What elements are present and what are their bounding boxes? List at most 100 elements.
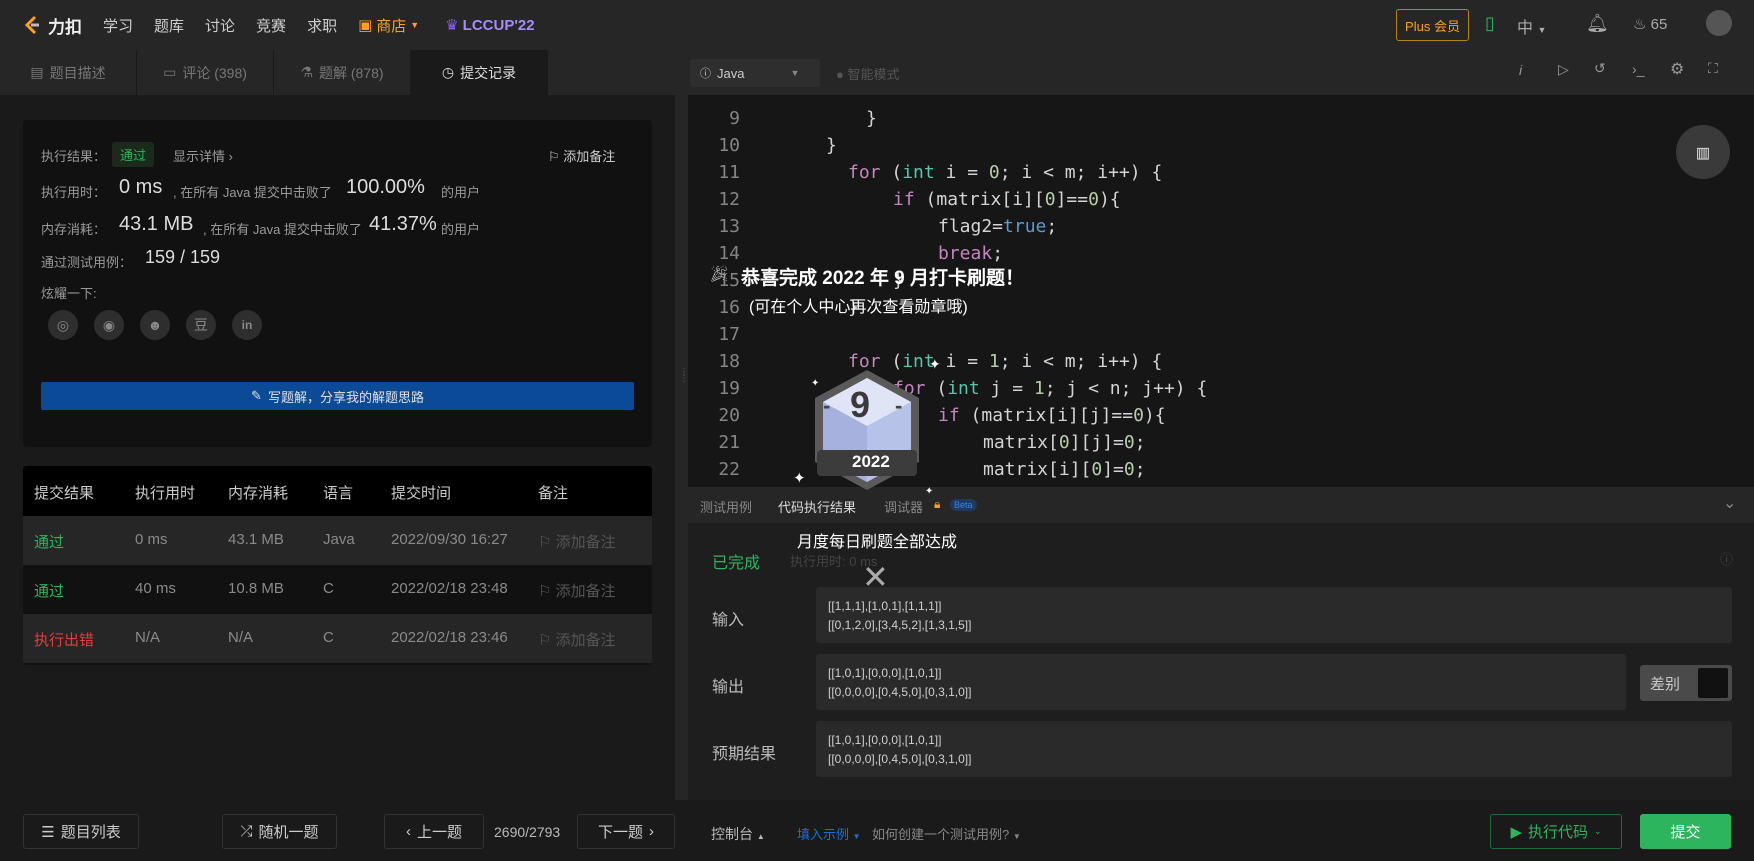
input-label: 输入 — [712, 612, 745, 629]
document-icon: ▤ — [30, 64, 44, 80]
console-label: 控制台 — [711, 826, 753, 842]
badge-year: 2022 — [852, 452, 890, 471]
row-language: Java — [323, 531, 355, 548]
wechat-icon[interactable]: ◎ — [48, 310, 78, 340]
memory-percent: 41.37% — [369, 213, 437, 235]
memory-text: , 在所有 Java 提交中击败了 — [203, 222, 362, 237]
chevron-right-icon: › — [649, 823, 654, 840]
plus-member-button[interactable]: Plus 会员 — [1396, 9, 1469, 41]
show-details-link[interactable]: 显示详情 › — [173, 146, 233, 165]
nav-shop[interactable]: ▣ 商店 ▼ — [358, 15, 419, 36]
badge-number: 9 — [850, 384, 871, 425]
language-select[interactable]: ⓘ Java ▼ — [690, 59, 820, 87]
tab-solutions[interactable]: ⚗ 题解 (878) — [274, 50, 411, 95]
info-icon: ⓘ — [1720, 552, 1734, 567]
achievement-subtitle: (可在个人中心再次查看勋章哦) — [749, 299, 968, 316]
nav-link-discuss[interactable]: 讨论 — [205, 15, 235, 36]
output-line: [[1,0,1],[0,0,0],[1,0,1]] — [828, 666, 942, 680]
shop-label: 商店 — [376, 17, 407, 35]
code-line: for (int i = 0; i < m; i++) { — [848, 162, 1163, 183]
reset-icon[interactable]: ↺ — [1594, 60, 1606, 77]
tab-label: 提交记录 — [460, 64, 517, 81]
brand-logo[interactable]: 力扣 — [22, 13, 82, 38]
flag-icon: ⚐ — [538, 583, 552, 600]
input-line: [[1,1,1],[1,0,1],[1,1,1]] — [828, 599, 942, 613]
table-row[interactable]: 通过 40 ms 10.8 MB C 2022/02/18 23:48 ⚐ 添加… — [23, 565, 652, 614]
row-add-note[interactable]: ⚐ 添加备注 — [538, 629, 616, 650]
share-label: 炫耀一下: — [41, 286, 97, 301]
tab-submissions[interactable]: ◷ 提交记录 — [411, 50, 548, 95]
random-problem-button[interactable]: ⤮ 随机一题 — [222, 814, 337, 849]
row-add-note[interactable]: ⚐ 添加备注 — [538, 531, 616, 552]
gear-icon[interactable]: ⚙ — [1670, 59, 1684, 79]
shop-icon: ▣ — [358, 17, 373, 34]
smart-mode-toggle[interactable]: ● 智能模式 — [836, 64, 900, 83]
next-problem-button[interactable]: 下一题 › — [577, 814, 675, 849]
chevron-down-icon: ▼ — [852, 832, 861, 841]
submit-button[interactable]: 提交 — [1640, 814, 1731, 849]
chevron-down-icon: ⌄ — [1594, 826, 1602, 836]
nav-link-problems[interactable]: 题库 — [154, 15, 184, 36]
terminal-icon[interactable]: ›_ — [1632, 61, 1644, 77]
time-value: 0 ms — [119, 176, 163, 198]
points-display[interactable]: ♨ 65 — [1633, 15, 1667, 33]
input-line: [[0,1,2,0],[3,4,5,2],[1,3,1,5]] — [828, 618, 972, 632]
run-label: 执行代码 — [1527, 824, 1588, 841]
cases-label: 通过测试用例： — [41, 255, 133, 270]
line-number: 13 — [718, 216, 740, 237]
nav-lccup[interactable]: ♛ LCCUP'22 — [445, 16, 534, 35]
row-status[interactable]: 通过 — [34, 580, 64, 601]
comment-icon: ▭ — [163, 64, 177, 80]
how-to-create-link[interactable]: 如何创建一个测试用例? ▼ — [872, 824, 1021, 843]
row-status[interactable]: 通过 — [34, 531, 64, 552]
add-note-button[interactable]: ⚐ 添加备注 — [548, 146, 615, 165]
language-switch[interactable]: 中 ▼ — [1517, 14, 1546, 38]
avatar[interactable] — [1706, 10, 1732, 36]
linkedin-icon[interactable]: in — [232, 310, 262, 340]
prev-label: 上一题 — [416, 824, 462, 841]
table-row[interactable]: 通过 0 ms 43.1 MB Java 2022/09/30 16:27 ⚐ … — [23, 516, 652, 565]
info-icon[interactable]: i — [1519, 62, 1522, 78]
qq-icon[interactable]: ☻ — [140, 310, 170, 340]
party-popper-icon: 🎉︎ — [709, 266, 730, 283]
cases-value: 159 / 159 — [145, 247, 221, 267]
output-line: [[0,0,0,0],[0,4,5,0],[0,3,1,0]] — [828, 685, 972, 699]
console-toggle[interactable]: 控制台 ▲ — [711, 824, 765, 844]
row-date: 2022/02/18 23:46 — [391, 629, 508, 646]
bell-icon[interactable]: 🔔︎ — [1586, 13, 1609, 34]
expected-box: [[1,0,1],[0,0,0],[1,0,1]] [[0,0,0,0],[0,… — [816, 721, 1732, 777]
nav-link-contest[interactable]: 竞赛 — [256, 15, 286, 36]
code-line: flag2=true; — [938, 216, 1058, 237]
fullscreen-icon[interactable]: ⛶ — [1708, 60, 1718, 77]
pencil-icon: ✎ — [251, 388, 262, 403]
fill-example-button[interactable]: 填入示例 ▼ — [797, 824, 861, 843]
info-icon: ⓘ — [700, 68, 711, 80]
mobile-icon[interactable]: ▯ — [1485, 13, 1495, 34]
run-code-button[interactable]: ▶ 执行代码 ⌄ — [1490, 814, 1622, 849]
problem-list-button[interactable]: ☰ 题目列表 — [23, 814, 139, 849]
tab-description[interactable]: ▤ 题目描述 — [0, 50, 137, 95]
nav-link-learn[interactable]: 学习 — [103, 15, 133, 36]
douban-icon[interactable]: 豆 — [186, 310, 216, 340]
close-icon[interactable]: ✕ — [862, 561, 889, 593]
expected-label: 预期结果 — [712, 746, 777, 763]
chevron-down-icon[interactable]: ⌄ — [1723, 493, 1736, 513]
table-row[interactable]: 执行出错 N/A N/A C 2022/02/18 23:46 ⚐ 添加备注 — [23, 614, 652, 663]
row-time: N/A — [135, 629, 161, 646]
write-solution-button[interactable]: ✎ 写题解，分享我的解题思路 — [41, 382, 634, 410]
left-tab-bar: ▤ 题目描述 ▭ 评论 (398) ⚗ 题解 (878) ◷ 提交记录 — [0, 50, 675, 95]
play-icon: ▶ — [1510, 823, 1522, 841]
play-icon[interactable]: ▷ — [1558, 61, 1569, 78]
notebook-icon[interactable]: ▥ — [1676, 125, 1730, 179]
diff-toggle[interactable]: 差别 — [1640, 665, 1732, 701]
weibo-icon[interactable]: ◉ — [94, 310, 124, 340]
prev-problem-button[interactable]: ‹ 上一题 — [384, 814, 484, 849]
time-label: 执行用时： — [41, 185, 107, 200]
code-line: if (matrix[i][0]==0){ — [893, 189, 1121, 210]
tab-comments[interactable]: ▭ 评论 (398) — [137, 50, 274, 95]
flag-icon: ⚐ — [538, 534, 552, 551]
row-add-note[interactable]: ⚐ 添加备注 — [538, 580, 616, 601]
row-status[interactable]: 执行出错 — [34, 629, 94, 650]
panel-splitter[interactable]: ⋮ ⋮ — [675, 50, 689, 800]
nav-link-jobs[interactable]: 求职 — [307, 15, 337, 36]
